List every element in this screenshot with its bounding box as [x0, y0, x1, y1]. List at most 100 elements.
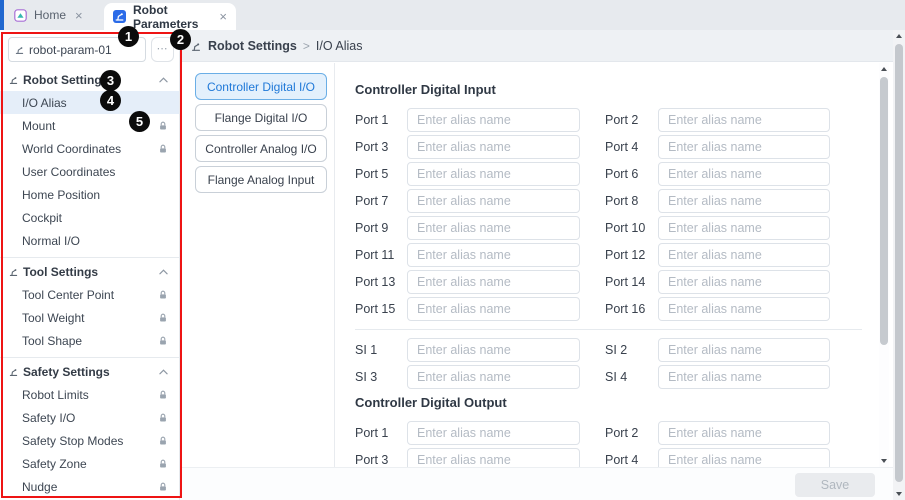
port-label-port-1: Port 1 [355, 426, 388, 440]
alias-input-port-3[interactable] [407, 135, 580, 159]
alias-row: Port 15Port 16 [355, 297, 862, 321]
breadcrumb-section[interactable]: Robot Settings [208, 39, 297, 53]
save-button[interactable]: Save [795, 473, 875, 497]
port-label-port-10: Port 10 [605, 221, 645, 235]
alias-input-port-1[interactable] [407, 421, 580, 445]
section-header-tool-settings[interactable]: Tool Settings [0, 260, 179, 283]
tab-robot-parameters-label: Robot Parameters [133, 3, 210, 31]
breadcrumb-page: I/O Alias [316, 39, 363, 53]
alias-input-port-2[interactable] [658, 421, 830, 445]
alias-input-port-13[interactable] [407, 270, 580, 294]
param-name-row: ⋯ [0, 30, 179, 62]
more-options-button[interactable]: ⋯ [151, 37, 174, 62]
sidebar-item-i-o-alias[interactable]: I/O Alias [0, 91, 179, 114]
port-label-port-2: Port 2 [605, 426, 638, 440]
sidebar-item-label: Safety Stop Modes [22, 434, 158, 448]
alias-input-port-3[interactable] [407, 448, 580, 467]
io-category-controller-analog-i-o[interactable]: Controller Analog I/O [195, 135, 327, 162]
page-scroll-up-icon[interactable] [896, 34, 902, 38]
chevron-up-icon[interactable] [159, 77, 168, 83]
sidebar-item-label: Cockpit [22, 211, 168, 225]
sidebar-item-label: Safety I/O [22, 411, 158, 425]
sidebar-item-safety-stop-modes[interactable]: Safety Stop Modes [0, 429, 179, 452]
sidebar-item-tool-center-point[interactable]: Tool Center Point [0, 283, 179, 306]
alias-input-si-2[interactable] [658, 338, 830, 362]
alias-input-port-14[interactable] [658, 270, 830, 294]
content-scrollbar-thumb[interactable] [880, 77, 888, 345]
alias-input-si-3[interactable] [407, 365, 580, 389]
page-scrollbar-thumb[interactable] [895, 44, 903, 482]
param-name-input[interactable] [29, 43, 141, 57]
alias-input-port-15[interactable] [407, 297, 580, 321]
scroll-up-icon[interactable] [881, 67, 887, 71]
sidebar-item-home-position[interactable]: Home Position [0, 183, 179, 206]
alias-input-port-5[interactable] [407, 162, 580, 186]
io-category-flange-analog-input[interactable]: Flange Analog Input [195, 166, 327, 193]
scroll-down-icon[interactable] [881, 459, 887, 463]
port-label-si-2: SI 2 [605, 343, 627, 357]
tab-home[interactable]: Home × [14, 0, 83, 30]
home-app-icon [14, 9, 27, 22]
io-category-flange-digital-i-o[interactable]: Flange Digital I/O [195, 104, 327, 131]
io-category-controller-digital-i-o[interactable]: Controller Digital I/O [195, 73, 327, 100]
alias-input-port-1[interactable] [407, 108, 580, 132]
alias-input-si-1[interactable] [407, 338, 580, 362]
chevron-up-icon[interactable] [159, 369, 168, 375]
vertical-divider [334, 63, 335, 467]
robot-icon [8, 74, 19, 85]
section-header-robot-settings[interactable]: Robot Settings [0, 68, 179, 91]
page-scroll-down-icon[interactable] [896, 492, 902, 496]
section-header-label: Robot Settings [23, 73, 108, 87]
alias-input-port-10[interactable] [658, 216, 830, 240]
lock-icon [158, 482, 168, 492]
sidebar-item-world-coordinates[interactable]: World Coordinates [0, 137, 179, 160]
sidebar-item-nudge[interactable]: Nudge [0, 475, 179, 498]
sidebar-item-cockpit[interactable]: Cockpit [0, 206, 179, 229]
section-title-controller-digital-output: Controller Digital Output [355, 395, 862, 410]
param-name-field[interactable] [8, 37, 146, 62]
lock-icon [158, 413, 168, 423]
alias-input-port-2[interactable] [658, 108, 830, 132]
alias-input-port-8[interactable] [658, 189, 830, 213]
port-label-port-5: Port 5 [355, 167, 388, 181]
tab-robot-parameters[interactable]: Robot Parameters × [104, 3, 236, 30]
alias-row: Port 5Port 6 [355, 162, 862, 186]
sidebar-item-label: Safety Zone [22, 457, 158, 471]
main-area: Robot Settings > I/O Alias Controller Di… [180, 30, 905, 500]
alias-row: Port 11Port 12 [355, 243, 862, 267]
tab-home-close-icon[interactable]: × [75, 8, 83, 23]
alias-input-port-16[interactable] [658, 297, 830, 321]
sidebar-item-tool-shape[interactable]: Tool Shape [0, 329, 179, 352]
sidebar-item-safety-i-o[interactable]: Safety I/O [0, 406, 179, 429]
sidebar-item-safety-zone[interactable]: Safety Zone [0, 452, 179, 475]
alias-input-port-4[interactable] [658, 448, 830, 467]
sidebar-item-normal-i-o[interactable]: Normal I/O [0, 229, 179, 252]
port-label-si-3: SI 3 [355, 370, 377, 384]
alias-row: Port 7Port 8 [355, 189, 862, 213]
alias-input-port-11[interactable] [407, 243, 580, 267]
content-scrollbar[interactable] [879, 63, 889, 467]
port-label-port-12: Port 12 [605, 248, 645, 262]
sidebar-item-robot-limits[interactable]: Robot Limits [0, 383, 179, 406]
tab-robot-parameters-close-icon[interactable]: × [219, 9, 227, 24]
port-label-port-3: Port 3 [355, 453, 388, 467]
alias-input-port-7[interactable] [407, 189, 580, 213]
alias-input-si-4[interactable] [658, 365, 830, 389]
alias-row: SI 3SI 4 [355, 365, 862, 389]
alias-input-port-6[interactable] [658, 162, 830, 186]
sidebar-item-tool-weight[interactable]: Tool Weight [0, 306, 179, 329]
lock-icon [158, 336, 168, 346]
accent-strip [0, 0, 4, 30]
alias-input-port-4[interactable] [658, 135, 830, 159]
page-scrollbar[interactable] [893, 30, 905, 500]
alias-input-port-9[interactable] [407, 216, 580, 240]
alias-input-port-12[interactable] [658, 243, 830, 267]
chevron-up-icon[interactable] [159, 269, 168, 275]
sidebar-item-mount[interactable]: Mount [0, 114, 179, 137]
robot-icon [8, 266, 19, 277]
section-header-safety-settings[interactable]: Safety Settings [0, 360, 179, 383]
alias-row: Port 9Port 10 [355, 216, 862, 240]
sidebar-item-user-coordinates[interactable]: User Coordinates [0, 160, 179, 183]
port-label-port-7: Port 7 [355, 194, 388, 208]
form-panel: Controller Digital InputPort 1Port 2Port… [355, 63, 862, 467]
